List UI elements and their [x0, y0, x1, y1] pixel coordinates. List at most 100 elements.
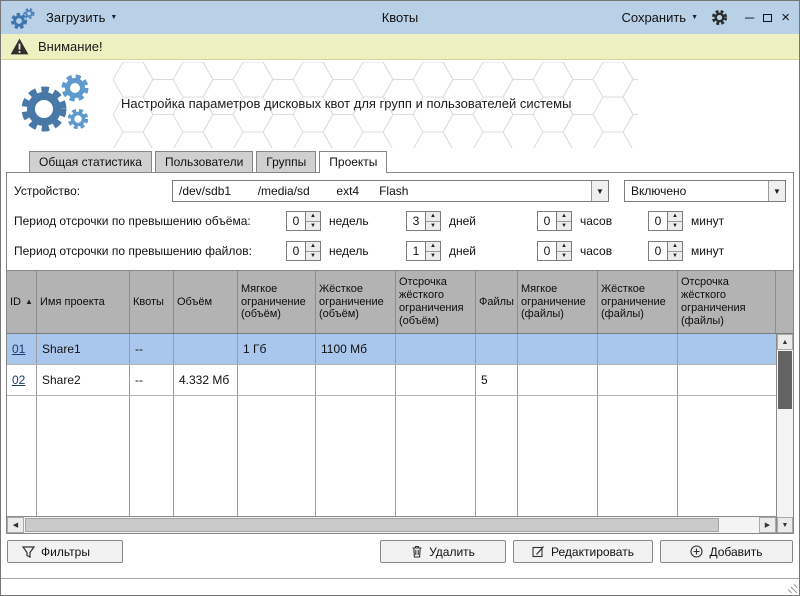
column-header-files[interactable]: Файлы [476, 271, 518, 333]
grace-files-days-spinner[interactable]: 1 ▲▼ [406, 241, 441, 261]
resize-grip[interactable] [785, 581, 797, 593]
scroll-down-icon[interactable]: ▼ [777, 517, 793, 533]
delete-button-label: Удалить [429, 545, 475, 559]
grace-volume-hours-group: 0 ▲▼ часов [537, 211, 648, 231]
horizontal-scroll-track[interactable] [24, 517, 759, 533]
chevron-down-icon[interactable]: ▼ [591, 181, 608, 201]
grace-files-hours-spinner[interactable]: 0 ▲▼ [537, 241, 572, 261]
spinner-value[interactable]: 0 [648, 241, 668, 261]
row-id-link[interactable]: 02 [12, 373, 25, 387]
column-header-quotas[interactable]: Квоты [130, 271, 174, 333]
grace-files-minutes-spinner[interactable]: 0 ▲▼ [648, 241, 683, 261]
tab-users[interactable]: Пользователи [155, 151, 253, 172]
column-header-id[interactable]: ID ▲ [7, 271, 37, 333]
cell-files [476, 334, 518, 364]
column-header-grace-hard-files[interactable]: Отсрочка жёсткого ограничения (файлы) [678, 271, 776, 333]
spin-up-icon[interactable]: ▲ [557, 242, 571, 252]
vertical-scrollbar[interactable]: ▲ ▼ [776, 334, 793, 533]
settings-gear-icon[interactable] [711, 9, 728, 26]
spin-down-icon[interactable]: ▼ [557, 222, 571, 231]
edit-button[interactable]: Редактировать [513, 540, 653, 563]
column-header-grace-hard-volume[interactable]: Отсрочка жёсткого ограничения (объём) [396, 271, 476, 333]
minimize-button[interactable]: ─ [745, 11, 754, 24]
spinner-value[interactable]: 0 [648, 211, 668, 231]
cell-soft-limit-files [518, 334, 598, 364]
spin-up-icon[interactable]: ▲ [668, 212, 682, 222]
spin-up-icon[interactable]: ▲ [306, 242, 320, 252]
spin-up-icon[interactable]: ▲ [668, 242, 682, 252]
spinner-value[interactable]: 0 [537, 241, 557, 261]
spinner-value[interactable]: 0 [286, 241, 306, 261]
grace-files-row: Период отсрочки по превышению файлов: 0 … [14, 240, 786, 262]
spin-up-icon[interactable]: ▲ [426, 212, 440, 222]
spin-down-icon[interactable]: ▼ [306, 222, 320, 231]
scroll-right-icon[interactable]: ▶ [759, 517, 776, 533]
grace-volume-hours-spinner[interactable]: 0 ▲▼ [537, 211, 572, 231]
tab-groups[interactable]: Группы [256, 151, 316, 172]
filters-button[interactable]: Фильтры [7, 540, 123, 563]
close-button[interactable]: × [781, 10, 790, 25]
column-header-volume[interactable]: Объём [174, 271, 238, 333]
vertical-scroll-thumb[interactable] [778, 351, 792, 409]
tab-projects[interactable]: Проекты [319, 151, 387, 173]
maximize-button[interactable] [763, 14, 772, 22]
quota-state-select[interactable]: Включено ▼ [624, 180, 786, 202]
grace-files-weeks-spinner[interactable]: 0 ▲▼ [286, 241, 321, 261]
grace-volume-weeks-group: 0 ▲▼ недель [286, 211, 406, 231]
row-id-link[interactable]: 01 [12, 342, 25, 356]
chevron-down-icon[interactable]: ▼ [768, 181, 785, 201]
horizontal-scroll-thumb[interactable] [25, 518, 719, 532]
load-menu-label: Загрузить [46, 10, 105, 25]
spin-up-icon[interactable]: ▲ [306, 212, 320, 222]
spinner-value[interactable]: 0 [286, 211, 306, 231]
vertical-scroll-track[interactable] [777, 350, 793, 517]
spin-up-icon[interactable]: ▲ [557, 212, 571, 222]
scroll-left-icon[interactable]: ◀ [7, 517, 24, 533]
spin-down-icon[interactable]: ▼ [306, 252, 320, 261]
grace-volume-minutes-spinner[interactable]: 0 ▲▼ [648, 211, 683, 231]
load-menu-button[interactable]: Загрузить ▼ [46, 10, 117, 25]
table-row[interactable]: 01 Share1 -- 1 Гб 1100 Мб [7, 334, 776, 365]
scroll-up-icon[interactable]: ▲ [777, 334, 793, 350]
column-header-soft-limit-files[interactable]: Мягкое ограничение (файлы) [518, 271, 598, 333]
save-menu-button[interactable]: Сохранить ▼ [621, 10, 698, 25]
spinner-value[interactable]: 3 [406, 211, 426, 231]
spinner-value[interactable]: 1 [406, 241, 426, 261]
tab-general-stats[interactable]: Общая статистика [29, 151, 152, 172]
cell-soft-limit-volume [238, 365, 316, 395]
app-logo-gears-icon [10, 7, 36, 29]
column-header-hard-limit-files[interactable]: Жёсткое ограничение (файлы) [598, 271, 678, 333]
spinner-value[interactable]: 0 [537, 211, 557, 231]
column-header-project-name[interactable]: Имя проекта [37, 271, 130, 333]
table-header-row: ID ▲ Имя проекта Квоты Объём Мягкое огра… [7, 271, 793, 334]
column-header-hard-limit-volume[interactable]: Жёсткое ограничение (объём) [316, 271, 396, 333]
tab-bar: Общая статистика Пользователи Группы Про… [1, 150, 799, 172]
horizontal-scrollbar[interactable]: ◀ ▶ [7, 516, 776, 533]
unit-minutes-label: минут [691, 244, 724, 258]
add-button[interactable]: Добавить [660, 540, 793, 563]
spin-down-icon[interactable]: ▼ [668, 222, 682, 231]
delete-button[interactable]: Удалить [380, 540, 506, 563]
grace-volume-label: Период отсрочки по превышению объёма: [14, 214, 286, 228]
column-header-soft-limit-volume[interactable]: Мягкое ограничение (объём) [238, 271, 316, 333]
grace-files-weeks-group: 0 ▲▼ недель [286, 241, 406, 261]
titlebar: Загрузить ▼ Квоты Сохранить ▼ ─ × [1, 1, 799, 34]
cell-soft-limit-volume: 1 Гб [238, 334, 316, 364]
cell-volume [174, 334, 238, 364]
device-select[interactable]: /dev/sdb1 /media/sd ext4 Flash ▼ [172, 180, 609, 202]
grace-volume-days-spinner[interactable]: 3 ▲▼ [406, 211, 441, 231]
cell-grace-hard-volume [396, 334, 476, 364]
spin-up-icon[interactable]: ▲ [426, 242, 440, 252]
spin-down-icon[interactable]: ▼ [668, 252, 682, 261]
spin-down-icon[interactable]: ▼ [557, 252, 571, 261]
cell-hard-limit-volume [316, 365, 396, 395]
quota-state-value: Включено [625, 181, 768, 201]
cell-grace-hard-files [678, 334, 776, 364]
cell-project-name: Share2 [37, 365, 130, 395]
spin-down-icon[interactable]: ▼ [426, 252, 440, 261]
cell-hard-limit-files [598, 365, 678, 395]
cell-files: 5 [476, 365, 518, 395]
spin-down-icon[interactable]: ▼ [426, 222, 440, 231]
grace-volume-weeks-spinner[interactable]: 0 ▲▼ [286, 211, 321, 231]
table-row[interactable]: 02 Share2 -- 4.332 Мб 5 [7, 365, 776, 396]
